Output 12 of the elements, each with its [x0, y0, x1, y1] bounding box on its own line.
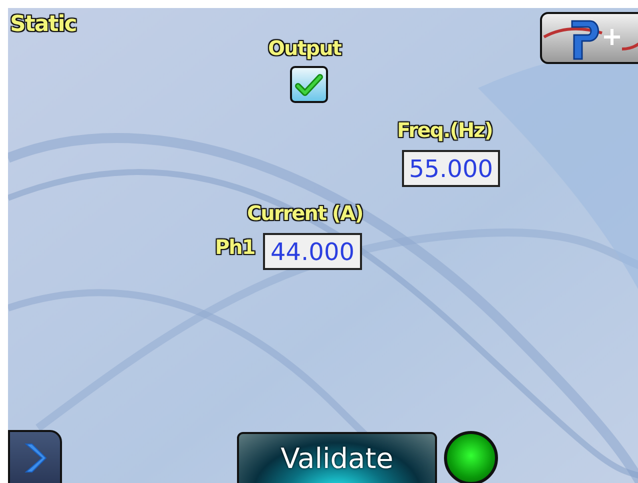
screen-title: Static [10, 14, 76, 36]
frequency-field[interactable]: 55.000 [402, 150, 500, 187]
validate-button[interactable]: Validate [237, 432, 437, 483]
frequency-label: Freq.(Hz) [397, 120, 492, 140]
output-checkbox[interactable] [290, 66, 328, 103]
chevron-right-icon [22, 441, 48, 475]
current-field[interactable]: 44.000 [263, 233, 362, 270]
phase-label: Ph1 [215, 237, 255, 257]
logo-button[interactable] [540, 12, 638, 64]
current-label: Current (A) [247, 203, 363, 223]
output-label: Output [268, 38, 341, 58]
next-button[interactable] [8, 430, 62, 483]
